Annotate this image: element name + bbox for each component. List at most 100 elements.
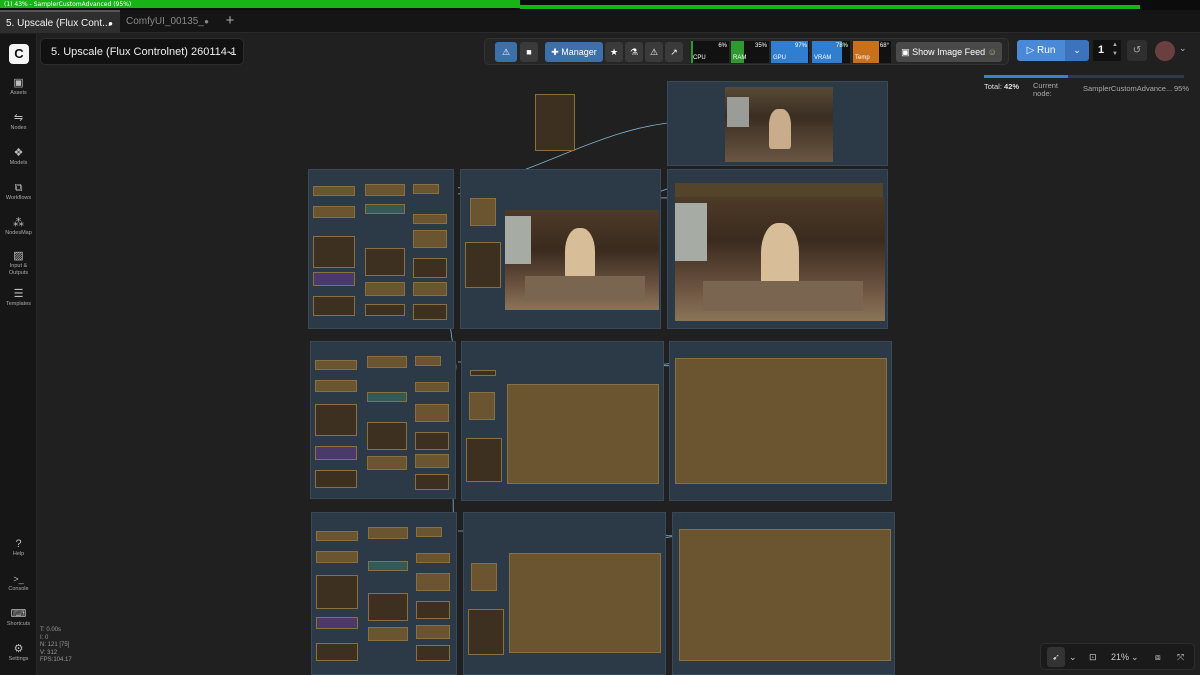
star-icon[interactable]: ★: [605, 42, 623, 62]
node[interactable]: [465, 242, 501, 288]
triangle-flask-icon[interactable]: ⚠: [495, 42, 517, 62]
node[interactable]: [413, 304, 447, 320]
node[interactable]: [413, 214, 447, 224]
pointer-icon[interactable]: ➹: [1047, 647, 1065, 667]
node[interactable]: [415, 356, 441, 366]
sidebar-item-settings[interactable]: ⚙ Settings: [0, 642, 37, 663]
node[interactable]: [367, 422, 407, 450]
minimap-icon[interactable]: ⧈: [1155, 644, 1161, 670]
batch-count-input[interactable]: 1 ▲ ▼: [1093, 40, 1121, 61]
node[interactable]: [315, 380, 357, 392]
run-options-chevron-icon[interactable]: ⌄: [1065, 40, 1089, 61]
node[interactable]: [365, 282, 405, 296]
node[interactable]: [469, 392, 495, 420]
share-arrow-icon[interactable]: ↗: [665, 42, 683, 62]
fit-view-icon[interactable]: ⊡: [1089, 644, 1097, 670]
node[interactable]: [416, 573, 450, 591]
node[interactable]: [313, 296, 355, 316]
sidebar-item-templates[interactable]: ☰ Templates: [0, 287, 37, 308]
show-image-feed-button[interactable]: ▣ Show Image Feed ☺: [896, 42, 1002, 62]
node[interactable]: [367, 456, 407, 470]
sidebar-item-shortcuts[interactable]: ⌨ Shortcuts: [0, 607, 37, 628]
upscale-preview-empty[interactable]: [675, 358, 887, 484]
node[interactable]: [367, 356, 407, 368]
node[interactable]: [316, 617, 358, 629]
node[interactable]: [365, 184, 405, 196]
history-icon[interactable]: ↺: [1127, 40, 1147, 61]
node[interactable]: [313, 236, 355, 268]
node-canvas[interactable]: [38, 66, 1200, 675]
node[interactable]: [415, 432, 449, 450]
node[interactable]: [413, 282, 447, 296]
link-visibility-icon[interactable]: ⤧: [1177, 644, 1184, 670]
node[interactable]: [316, 531, 358, 541]
run-button[interactable]: ▷ Run: [1017, 40, 1065, 61]
node[interactable]: [315, 360, 357, 370]
sidebar-item-models[interactable]: ❖ Models: [0, 146, 37, 167]
sampler-preview-empty[interactable]: [507, 384, 659, 484]
node[interactable]: [415, 382, 449, 392]
group-controlnet-3[interactable]: [311, 512, 457, 675]
sidebar-item-nodes[interactable]: ⇋ Nodes: [0, 111, 37, 132]
chevron-down-icon[interactable]: ⌄: [1069, 644, 1077, 670]
node[interactable]: [315, 470, 357, 488]
node[interactable]: [468, 609, 504, 655]
node[interactable]: [415, 404, 449, 422]
node[interactable]: [368, 561, 408, 571]
node[interactable]: [368, 527, 408, 539]
chevron-down-icon[interactable]: ⌄: [1131, 644, 1139, 670]
group-upscale-2[interactable]: [669, 341, 892, 501]
node[interactable]: [365, 204, 405, 214]
node[interactable]: [365, 248, 405, 276]
node[interactable]: [315, 446, 357, 460]
group-upscale-3[interactable]: [672, 512, 895, 675]
group-controlnet-2[interactable]: [310, 341, 456, 499]
tab-comfyui-image[interactable]: ComfyUI_00135_ ●: [120, 10, 216, 33]
bookmark-icon[interactable]: ■: [520, 42, 538, 62]
zoom-level[interactable]: 21%: [1111, 644, 1129, 670]
sidebar-item-input-outputs[interactable]: ▨ Input & Outputs: [0, 249, 37, 277]
node[interactable]: [413, 258, 447, 278]
node[interactable]: [416, 601, 450, 619]
unsaved-dot-icon[interactable]: ●: [108, 12, 113, 35]
node[interactable]: [470, 198, 496, 226]
node[interactable]: [365, 304, 405, 316]
group-sampler-2[interactable]: [461, 341, 664, 501]
node[interactable]: [368, 593, 408, 621]
group-upscale-1[interactable]: [667, 169, 888, 329]
node[interactable]: [470, 370, 496, 376]
preview-image[interactable]: [725, 87, 833, 162]
node[interactable]: [313, 186, 355, 196]
manager-button[interactable]: ✚ Manager: [545, 42, 603, 62]
node[interactable]: [413, 184, 439, 194]
stepper-arrows-icon[interactable]: ▲ ▼: [1112, 41, 1118, 59]
plus-icon[interactable]: +: [222, 10, 238, 33]
node[interactable]: [416, 625, 450, 639]
node[interactable]: [313, 272, 355, 286]
node[interactable]: [471, 563, 497, 591]
node[interactable]: [315, 404, 357, 436]
group-controlnet-1[interactable]: [308, 169, 454, 329]
sidebar-item-workflows[interactable]: ⧉ Workflows: [0, 181, 37, 202]
chevron-down-icon[interactable]: ⌄: [1179, 43, 1187, 54]
flask-outline-icon[interactable]: ⚠: [645, 42, 663, 62]
node[interactable]: [316, 575, 358, 609]
workflow-title-button[interactable]: 5. Upscale (Flux Controlnet) 260114-1 ⌄: [40, 38, 244, 65]
node[interactable]: [415, 474, 449, 490]
sampler-preview-empty[interactable]: [509, 553, 661, 653]
node[interactable]: [413, 230, 447, 248]
node[interactable]: [313, 206, 355, 218]
comfy-logo-icon[interactable]: C: [9, 44, 29, 64]
sampler-preview-image[interactable]: [505, 210, 659, 310]
group-sampler-3[interactable]: [463, 512, 666, 675]
node[interactable]: [415, 454, 449, 468]
avatar[interactable]: [1155, 41, 1175, 61]
unsaved-dot-icon[interactable]: ●: [204, 10, 209, 33]
upscale-preview-empty[interactable]: [679, 529, 891, 661]
node-notes[interactable]: [535, 94, 575, 151]
node[interactable]: [367, 392, 407, 402]
sidebar-item-console[interactable]: >_ Console: [0, 572, 37, 593]
node[interactable]: [416, 645, 450, 661]
group-sampler-1[interactable]: [460, 169, 661, 329]
sidebar-item-nodesmap[interactable]: ⁂ NodesMap: [0, 216, 37, 237]
